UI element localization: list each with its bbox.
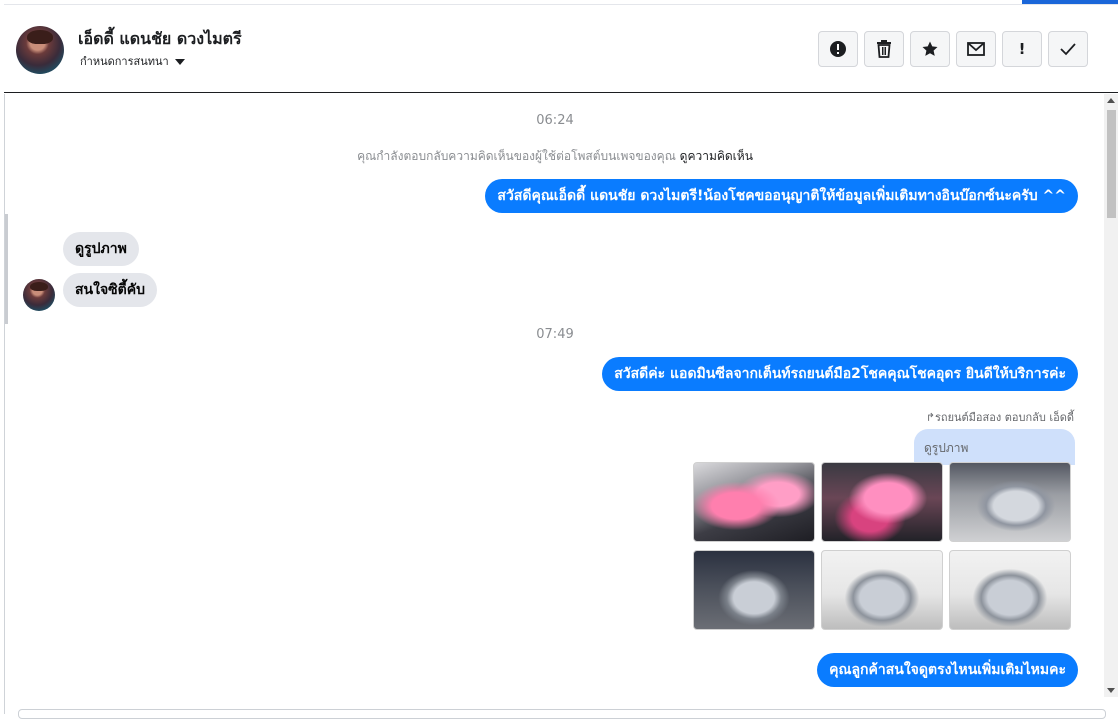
contact-name[interactable]: เอ็ดดี้ แดนชัย ดวงไมตรี — [78, 27, 242, 52]
scroll-down-icon[interactable] — [1107, 688, 1115, 693]
scrollbar-thumb[interactable] — [1107, 110, 1116, 218]
car-photo-rear[interactable] — [693, 550, 815, 630]
important-button[interactable]: ! — [1002, 31, 1042, 67]
trash-icon — [877, 40, 891, 58]
delete-button[interactable] — [864, 31, 904, 67]
envelope-icon — [967, 42, 985, 56]
message-thread[interactable]: 06:24 คุณกำลังตอบกลับความคิดเห็นของผู้ใช… — [4, 94, 1105, 714]
mark-spam-button[interactable] — [818, 31, 858, 67]
conversation-header: เอ็ดดี้ แดนชัย ดวงไมตรี กำหนดการสนทนา ! — [4, 4, 1118, 93]
mark-unread-button[interactable] — [956, 31, 996, 67]
sender-avatar[interactable] — [23, 279, 55, 311]
outgoing-message[interactable]: คุณลูกค้าสนใจดูตรงไหนเพิ่มเติมไหมคะ — [817, 653, 1078, 687]
star-button[interactable] — [910, 31, 950, 67]
car-photo-interior-1[interactable] — [693, 462, 815, 542]
incoming-message[interactable]: ดูรูปภาพ — [63, 232, 139, 266]
reply-arrow-icon: ↱ — [925, 411, 935, 424]
check-icon — [1060, 43, 1076, 56]
timestamp: 07:49 — [536, 327, 574, 342]
caret-down-icon — [174, 58, 185, 65]
view-comment-link[interactable]: ดูความคิดเห็น — [680, 149, 753, 163]
reply-context-text: รถยนต์มือสอง ตอบกลับ เอ็ดดี้ — [935, 411, 1074, 424]
scroll-up-icon[interactable] — [1107, 98, 1115, 103]
quoted-message[interactable]: ดูรูปภาพ — [914, 429, 1075, 465]
star-icon — [922, 41, 938, 56]
notice-text: คุณกำลังตอบกลับความคิดเห็นของผู้ใช้ต่อโพ… — [357, 149, 676, 163]
car-photo-exterior-1[interactable] — [949, 462, 1071, 542]
outgoing-message[interactable]: สวัสดีคุณเอ็ดดี้ แดนชัย ดวงไมตรี!น้องโชค… — [485, 179, 1078, 213]
conversation-settings-dropdown[interactable]: กำหนดการสนทนา — [80, 52, 185, 70]
mark-done-button[interactable] — [1048, 31, 1088, 67]
thread-left-edge — [5, 214, 8, 324]
message-composer[interactable] — [18, 709, 1106, 719]
reply-context: ↱รถยนต์มือสอง ตอบกลับ เอ็ดดี้ — [926, 408, 1074, 426]
conversation-settings-label: กำหนดการสนทนา — [80, 55, 169, 68]
exclamation-icon: ! — [1018, 40, 1026, 58]
car-photo-interior-2[interactable] — [821, 462, 943, 542]
alert-circle-icon — [830, 41, 846, 57]
timestamp: 06:24 — [536, 113, 574, 128]
thread-scrollbar[interactable] — [1104, 94, 1118, 697]
car-photo-exterior-2[interactable] — [949, 550, 1071, 630]
car-photo-front[interactable] — [821, 550, 943, 630]
header-actions: ! — [818, 31, 1088, 67]
comment-reply-notice: คุณกำลังตอบกลับความคิดเห็นของผู้ใช้ต่อโพ… — [5, 147, 1105, 166]
incoming-message[interactable]: สนใจซิตี้คับ — [63, 273, 157, 307]
contact-avatar[interactable] — [16, 26, 64, 74]
outgoing-message[interactable]: สวัสดีค่ะ แอดมินซีลจากเต็นท์รถยนต์มือ2โช… — [602, 357, 1078, 391]
